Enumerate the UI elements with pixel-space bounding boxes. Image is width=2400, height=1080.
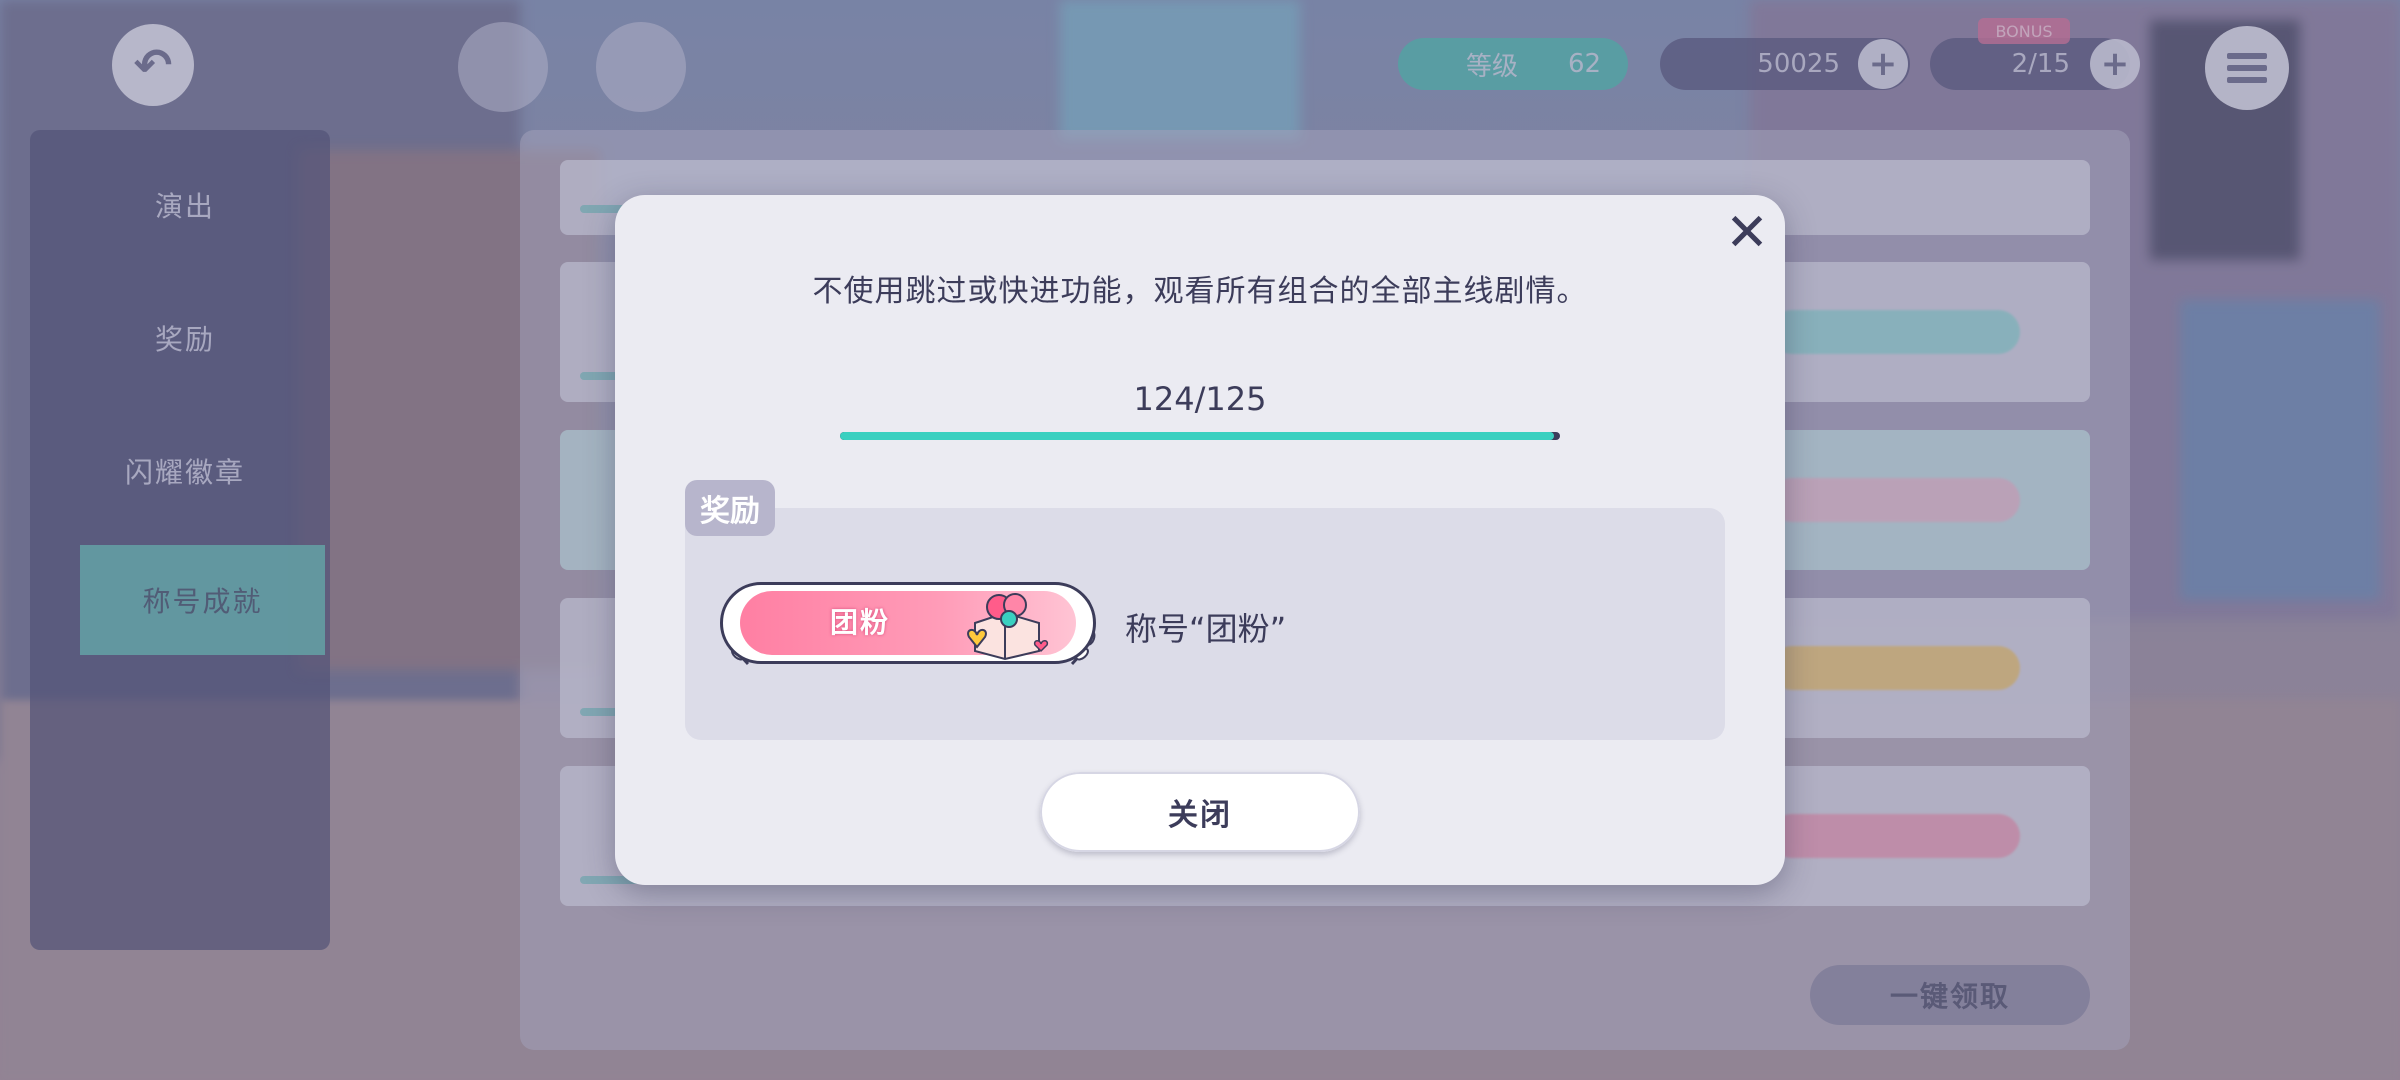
progress-text: 124/125	[1133, 380, 1267, 418]
close-icon[interactable]: ✕	[1722, 207, 1772, 259]
progress-bar	[840, 432, 1560, 440]
gift-box-icon	[967, 593, 1049, 661]
close-button[interactable]: 关闭	[1040, 772, 1360, 852]
progress-bar-fill	[840, 432, 1555, 440]
title-badge-text: 团粉	[829, 606, 890, 639]
achievement-description: 不使用跳过或快进功能，观看所有组合的全部主线剧情。	[812, 274, 1588, 309]
reward-section-label: 奖励	[685, 480, 775, 536]
reward-title-label: 称号“团粉”	[1125, 610, 1287, 648]
